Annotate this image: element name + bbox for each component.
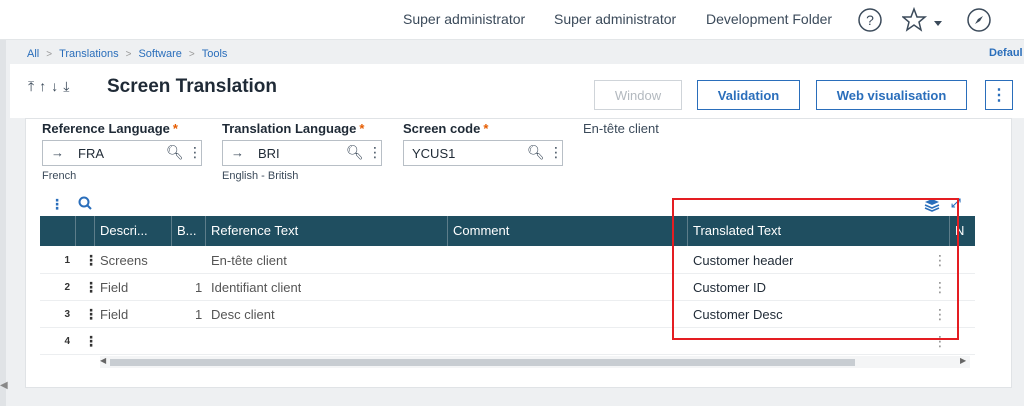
- row-menu-icon[interactable]: ⋮: [84, 274, 98, 301]
- row-number: 2: [64, 282, 70, 293]
- previous-record-icon[interactable]: ↑: [39, 78, 46, 95]
- user-link-2[interactable]: Super administrator: [554, 11, 676, 27]
- kebab-icon[interactable]: ⋮: [368, 144, 382, 161]
- web-visualisation-button[interactable]: Web visualisation: [816, 80, 967, 110]
- screen-code-field[interactable]: YCUS1 🔍︎ ⋮: [403, 140, 563, 166]
- screen-code-desc: En-tête client: [583, 121, 659, 136]
- search-icon[interactable]: 🔍︎: [166, 144, 184, 161]
- translation-language-label: Translation Language *: [222, 121, 365, 136]
- translation-language-field[interactable]: → BRI 🔍︎ ⋮: [222, 140, 382, 166]
- scroll-left-icon[interactable]: ◀: [100, 356, 106, 365]
- validation-button[interactable]: Validation: [697, 80, 800, 110]
- breadcrumb-all[interactable]: All: [27, 48, 39, 60]
- translation-language-value[interactable]: BRI: [258, 146, 280, 161]
- row-menu-icon[interactable]: ⋮: [84, 328, 98, 355]
- screen-code-value[interactable]: YCUS1: [412, 146, 455, 161]
- row-menu-icon[interactable]: ⋮: [84, 301, 98, 328]
- cell-description[interactable]: Screens: [100, 247, 148, 274]
- cell-description[interactable]: Field: [100, 274, 128, 301]
- grid-search-icon[interactable]: [78, 196, 92, 213]
- kebab-icon[interactable]: ⋮: [549, 144, 563, 161]
- cell-description[interactable]: Field: [100, 301, 128, 328]
- grid-toolbar: ⋮: [50, 196, 92, 213]
- translation-language-desc: English - British: [222, 170, 299, 182]
- row-number: 4: [64, 336, 70, 347]
- user-link-1[interactable]: Super administrator: [403, 11, 525, 27]
- header-b[interactable]: B...: [172, 216, 206, 246]
- chevron-right-icon: >: [46, 48, 53, 60]
- breadcrumb-translations[interactable]: Translations: [59, 48, 119, 60]
- cell-b[interactable]: 1: [195, 274, 202, 301]
- screen-code-label: Screen code *: [403, 121, 489, 136]
- horizontal-scrollbar[interactable]: ◀ ▶: [100, 356, 970, 368]
- page-header: ⤒ ↑ ↓ ⤓ Screen Translation Window Valida…: [10, 64, 1024, 118]
- header-actions: [76, 216, 95, 246]
- reference-language-value[interactable]: FRA: [78, 146, 104, 161]
- reference-language-desc: French: [42, 170, 77, 182]
- last-record-icon[interactable]: ⤓: [63, 78, 69, 95]
- favorites-icon[interactable]: [900, 6, 942, 33]
- header-rownum: [40, 216, 76, 246]
- arrow-right-icon[interactable]: →: [231, 145, 244, 160]
- reference-language-field[interactable]: → FRA 🔍︎ ⋮: [42, 140, 202, 166]
- row-number: 1: [64, 255, 70, 266]
- chevron-right-icon: >: [188, 48, 195, 60]
- help-icon[interactable]: ?: [857, 7, 883, 33]
- breadcrumb-software[interactable]: Software: [138, 48, 181, 60]
- cell-b[interactable]: 1: [195, 301, 202, 328]
- left-rail: ◀: [0, 40, 8, 406]
- svg-text:?: ?: [866, 12, 874, 28]
- next-record-icon[interactable]: ↓: [51, 78, 58, 95]
- first-record-icon[interactable]: ⤒: [28, 78, 34, 95]
- scrollbar-thumb[interactable]: [110, 359, 855, 366]
- chevron-right-icon: >: [125, 48, 132, 60]
- default-link[interactable]: Defaul: [989, 47, 1023, 59]
- compass-icon[interactable]: [966, 7, 992, 33]
- header-reference-text[interactable]: Reference Text: [206, 216, 448, 246]
- window-button[interactable]: Window: [594, 80, 682, 110]
- collapse-arrow-icon[interactable]: ◀: [0, 380, 8, 391]
- highlight-box: [672, 198, 959, 340]
- header-comment[interactable]: Comment: [448, 216, 688, 246]
- breadcrumb-tools[interactable]: Tools: [202, 48, 228, 60]
- search-icon[interactable]: 🔍︎: [527, 144, 545, 161]
- kebab-icon[interactable]: ⋮: [188, 144, 202, 161]
- folder-link[interactable]: Development Folder: [706, 11, 832, 27]
- row-menu-icon[interactable]: ⋮: [84, 247, 98, 274]
- breadcrumb: All > Translations > Software > Tools: [27, 48, 227, 60]
- arrow-right-icon[interactable]: →: [51, 145, 64, 160]
- row-number: 3: [64, 309, 70, 320]
- reference-language-label: Reference Language *: [42, 121, 178, 136]
- cell-reference-text[interactable]: Desc client: [211, 301, 275, 328]
- search-icon[interactable]: 🔍︎: [346, 144, 364, 161]
- cell-reference-text[interactable]: Identifiant client: [211, 274, 301, 301]
- scroll-right-icon[interactable]: ▶: [960, 356, 966, 365]
- cell-reference-text[interactable]: En-tête client: [211, 247, 287, 274]
- more-actions-button[interactable]: ⋮: [985, 80, 1013, 110]
- top-bar: Super administrator Super administrator …: [0, 0, 1024, 40]
- grid-menu-icon[interactable]: ⋮: [50, 196, 64, 213]
- page-title: Screen Translation: [107, 76, 278, 97]
- record-navigation: ⤒ ↑ ↓ ⤓: [28, 78, 69, 95]
- header-description[interactable]: Descri...: [95, 216, 172, 246]
